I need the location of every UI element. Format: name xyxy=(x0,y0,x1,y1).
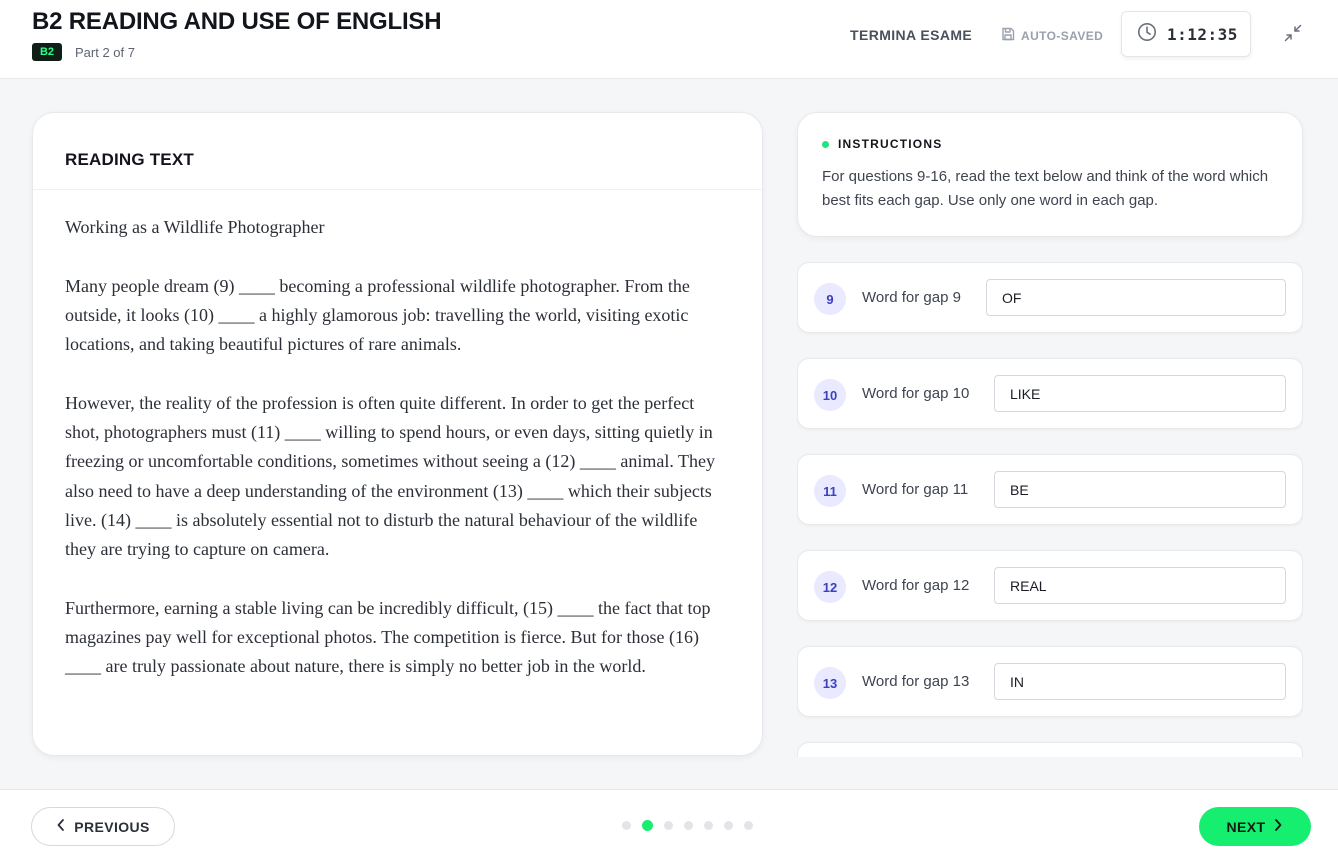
question-number: 9 xyxy=(814,283,846,315)
clock-icon xyxy=(1137,22,1157,47)
question-number: 11 xyxy=(814,475,846,507)
question-item: 10 Word for gap 10 xyxy=(797,358,1303,429)
page-dot-3[interactable] xyxy=(664,821,673,830)
page-dot-4[interactable] xyxy=(684,821,693,830)
reading-paragraph: However, the reality of the profession i… xyxy=(65,392,716,560)
question-item-partial xyxy=(797,742,1303,757)
reading-panel: READING TEXT Working as a Wildlife Photo… xyxy=(32,112,763,756)
floppy-disk-icon xyxy=(1001,27,1015,44)
footer-nav: PREVIOUS NEXT xyxy=(0,789,1338,852)
reading-title: Working as a Wildlife Photographer xyxy=(65,217,325,237)
level-badge: B2 xyxy=(32,43,62,61)
question-item: 12 Word for gap 12 xyxy=(797,550,1303,621)
chevron-right-icon xyxy=(1273,818,1283,835)
question-item: 13 Word for gap 13 xyxy=(797,646,1303,717)
next-label: NEXT xyxy=(1226,818,1266,835)
instructions-heading: INSTRUCTIONS xyxy=(838,137,943,151)
page-indicator xyxy=(622,820,753,831)
question-item: 9 Word for gap 9 xyxy=(797,262,1303,333)
question-item: 11 Word for gap 11 xyxy=(797,454,1303,525)
gap-answer-input[interactable] xyxy=(986,279,1286,316)
next-button[interactable]: NEXT xyxy=(1199,807,1311,846)
question-number: 12 xyxy=(814,571,846,603)
gap-answer-input[interactable] xyxy=(994,375,1286,412)
exam-timer: 1:12:35 xyxy=(1121,11,1251,57)
page-title: B2 READING AND USE OF ENGLISH xyxy=(32,8,442,35)
reading-header: READING TEXT xyxy=(33,113,762,190)
gap-answer-input[interactable] xyxy=(994,567,1286,604)
page-dot-5[interactable] xyxy=(704,821,713,830)
question-label: Word for gap 12 xyxy=(862,577,970,594)
timer-value: 1:12:35 xyxy=(1167,24,1238,44)
part-indicator: Part 2 of 7 xyxy=(75,45,135,60)
instructions-header: INSTRUCTIONS xyxy=(822,137,1278,151)
reading-paragraph: Furthermore, earning a stable living can… xyxy=(65,597,711,677)
reading-heading: READING TEXT xyxy=(65,150,194,169)
previous-button[interactable]: PREVIOUS xyxy=(31,807,175,846)
gap-answer-input[interactable] xyxy=(994,663,1286,700)
instructions-panel: INSTRUCTIONS For questions 9-16, read th… xyxy=(797,112,1303,237)
questions-list[interactable]: 9 Word for gap 9 10 Word for gap 10 11 W… xyxy=(797,262,1303,757)
chevron-left-icon xyxy=(56,818,66,835)
previous-label: PREVIOUS xyxy=(74,818,150,835)
question-label: Word for gap 11 xyxy=(862,481,969,498)
reading-body: Working as a Wildlife Photographer Many … xyxy=(33,190,762,682)
question-label: Word for gap 10 xyxy=(862,385,970,402)
end-exam-button[interactable]: TERMINA ESAME xyxy=(850,27,972,43)
page-dot-1[interactable] xyxy=(622,821,631,830)
question-label: Word for gap 13 xyxy=(862,673,970,690)
question-label: Word for gap 9 xyxy=(862,289,961,306)
gap-answer-input[interactable] xyxy=(994,471,1286,508)
page-dot-2-active[interactable] xyxy=(642,820,653,831)
question-number: 13 xyxy=(814,667,846,699)
collapse-button[interactable] xyxy=(1280,22,1306,48)
autosave-status: AUTO-SAVED xyxy=(1001,27,1103,44)
header: B2 READING AND USE OF ENGLISH B2 Part 2 … xyxy=(0,0,1338,79)
page-dot-6[interactable] xyxy=(724,821,733,830)
question-number: 10 xyxy=(814,379,846,411)
status-dot-icon xyxy=(822,140,829,148)
page-dot-7[interactable] xyxy=(744,821,753,830)
instructions-text: For questions 9-16, read the text below … xyxy=(822,168,1269,209)
collapse-arrows-icon xyxy=(1284,24,1302,47)
autosave-label: AUTO-SAVED xyxy=(1021,28,1104,43)
reading-paragraph: Many people dream (9) ____ becoming a pr… xyxy=(65,275,690,355)
